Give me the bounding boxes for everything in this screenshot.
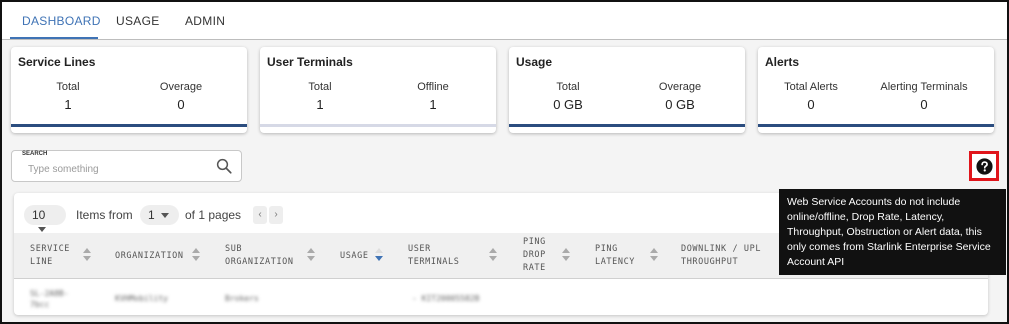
tab-dashboard[interactable]: DASHBOARD	[22, 14, 101, 28]
card-progress-bar	[758, 124, 994, 127]
page-select[interactable]: 1	[140, 205, 179, 225]
stat-label: Total	[308, 81, 332, 93]
tab-bar: DASHBOARD USAGE ADMIN	[2, 2, 1007, 40]
chevron-left-icon: ‹	[258, 209, 262, 220]
card-title: User Terminals	[267, 55, 353, 69]
stat-value: 0	[920, 97, 928, 112]
tab-usage[interactable]: USAGE	[116, 14, 160, 28]
sort-icon[interactable]	[489, 248, 497, 262]
stat-label: Total Alerts	[784, 81, 838, 93]
question-circle-icon[interactable]	[976, 158, 993, 175]
stat-label: Overage	[159, 81, 203, 93]
column-header-user-terminals[interactable]: USER TERMINALS	[408, 243, 468, 269]
stat-value: 1	[316, 97, 324, 112]
card-usage: Usage Total 0 GB Overage 0 GB	[509, 47, 745, 133]
card-progress-bar	[260, 124, 496, 127]
sort-icon[interactable]	[650, 248, 658, 262]
items-from-label: Items from	[76, 208, 133, 222]
stat-label: Total	[56, 81, 80, 93]
card-title: Service Lines	[18, 55, 96, 69]
stat-value: 1	[429, 97, 437, 112]
app-frame: DASHBOARD USAGE ADMIN Service Lines Tota…	[0, 0, 1009, 324]
stat-label: Total	[556, 81, 580, 93]
help-highlight	[969, 151, 999, 181]
search-box: SEARCH	[11, 150, 242, 182]
stat-value: 0	[807, 97, 815, 112]
stat-label: Alerting Terminals	[880, 81, 968, 93]
card-title: Usage	[516, 55, 553, 69]
card-user-terminals: User Terminals Total 1 Offline 1	[260, 47, 496, 133]
sort-icon[interactable]	[192, 248, 200, 262]
column-header-throughput: THROUGHPUT	[681, 257, 739, 267]
stat-value: 0	[177, 97, 185, 112]
next-page-button[interactable]: ›	[269, 206, 283, 224]
help-tooltip: Web Service Accounts do not include onli…	[779, 189, 1006, 275]
stat-value: 0 GB	[553, 97, 583, 112]
stat-value: 0 GB	[665, 97, 695, 112]
search-label: SEARCH	[22, 151, 48, 157]
column-header-ping-latency[interactable]: PING LATENCY	[595, 243, 645, 269]
cell-service-line: SL-2A8B-7bcc	[30, 289, 69, 309]
of-pages-label: of 1 pages	[185, 208, 242, 222]
sort-icon[interactable]	[83, 248, 91, 262]
chevron-down-icon	[160, 213, 169, 219]
stat-value: 1	[64, 97, 72, 112]
prev-page-button[interactable]: ‹	[253, 206, 267, 224]
card-service-lines: Service Lines Total 1 Overage 0	[11, 47, 247, 133]
sort-icon[interactable]	[562, 248, 570, 262]
cell-organization: KVHMobility	[115, 294, 168, 303]
search-input[interactable]	[28, 161, 208, 177]
chevron-down-icon	[38, 227, 46, 233]
stat-label: Overage	[658, 81, 702, 93]
column-header-usage[interactable]: USAGE	[340, 250, 369, 263]
stat-label: Offline	[417, 81, 449, 93]
column-header-downlink-uplink[interactable]: DOWNLINK / UPL	[681, 243, 761, 256]
cell-user-terminals: - KIT20005582B	[412, 294, 480, 303]
cell-sub-organization: Brokers	[225, 294, 259, 303]
card-title: Alerts	[765, 55, 800, 69]
column-header-ping-drop-rate[interactable]: PING DROP RATE	[523, 236, 559, 275]
search-icon[interactable]	[215, 157, 233, 175]
chevron-right-icon: ›	[274, 209, 278, 220]
column-header-service-line[interactable]: SERVICE LINE	[30, 243, 80, 269]
current-page-value: 1	[148, 208, 155, 222]
column-header-sub-organization[interactable]: SUB ORGANIZATION	[225, 243, 305, 269]
page-size-value: 10	[32, 208, 46, 222]
table-row[interactable]: SL-2A8B-7bcc KVHMobility Brokers - KIT20…	[14, 281, 988, 313]
card-progress-bar	[11, 124, 247, 127]
sort-icon[interactable]	[307, 248, 315, 262]
tab-admin[interactable]: ADMIN	[185, 14, 225, 28]
page-size-select[interactable]: 10	[24, 205, 66, 233]
card-alerts: Alerts Total Alerts 0 Alerting Terminals…	[758, 47, 994, 133]
active-tab-indicator	[10, 37, 98, 39]
sort-desc-icon[interactable]	[375, 248, 383, 262]
column-header-organization[interactable]: ORGANIZATION	[115, 250, 184, 263]
card-progress-bar	[509, 124, 745, 127]
